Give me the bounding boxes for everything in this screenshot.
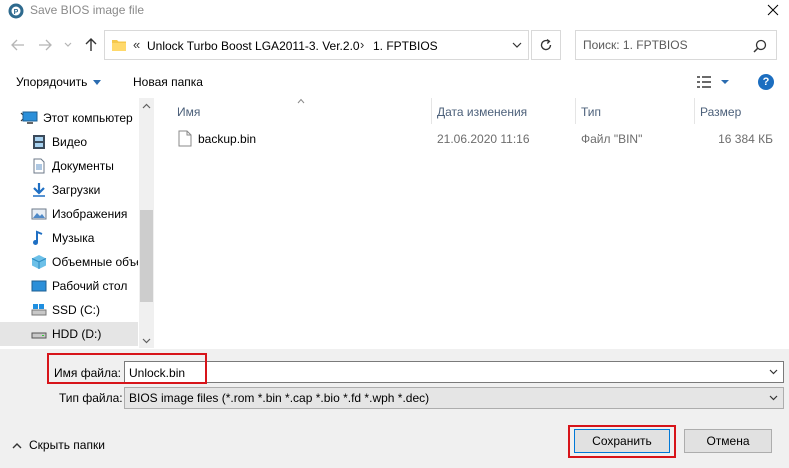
- new-folder-button[interactable]: Новая папка: [133, 75, 203, 89]
- nav-item-label: Документы: [52, 159, 114, 173]
- breadcrumb-item[interactable]: Unlock Turbo Boost LGA2011-3. Ver.2.0: [147, 39, 360, 53]
- address-dropdown-icon[interactable]: [512, 40, 522, 50]
- nav-scrollbar[interactable]: [139, 98, 154, 348]
- breadcrumb-separator[interactable]: ›: [360, 37, 364, 52]
- nav-item-drive-c[interactable]: SSD (C:): [0, 298, 138, 322]
- column-header-name[interactable]: Имя: [177, 105, 200, 119]
- navigation-pane: Этот компьютер Видео Документы Загрузки …: [0, 98, 154, 348]
- breadcrumb-overflow[interactable]: «: [133, 37, 140, 52]
- column-divider[interactable]: [575, 98, 576, 124]
- file-row[interactable]: backup.bin 21.06.2020 11:16 Файл "BIN" 1…: [169, 128, 781, 150]
- highlight-box: [568, 425, 676, 458]
- drive-d-icon: [31, 332, 47, 339]
- search-input[interactable]: [583, 37, 743, 53]
- nav-item-label: Видео: [52, 135, 88, 149]
- nav-item-video[interactable]: Видео: [0, 130, 138, 154]
- computer-icon: [22, 111, 38, 124]
- file-date: 21.06.2020 11:16: [437, 132, 530, 146]
- back-arrow-icon[interactable]: [9, 36, 27, 54]
- column-header-type[interactable]: Тип: [581, 105, 601, 119]
- nav-item-label: Загрузки: [52, 183, 101, 197]
- column-header-date[interactable]: Дата изменения: [437, 105, 527, 119]
- nav-item-label: SSD (C:): [52, 303, 100, 317]
- nav-item-music[interactable]: Музыка: [0, 226, 138, 250]
- file-type: Файл "BIN": [581, 132, 643, 146]
- nav-item-label: Музыка: [52, 231, 95, 245]
- nav-item-label: Изображения: [52, 207, 128, 221]
- nav-item-this-pc[interactable]: Этот компьютер: [0, 106, 138, 130]
- hide-folders-label: Скрыть папки: [29, 438, 105, 452]
- nav-item-pictures[interactable]: Изображения: [0, 202, 138, 226]
- filetype-value: BIOS image files (*.rom *.bin *.cap *.bi…: [129, 391, 430, 405]
- search-icon[interactable]: [753, 39, 767, 53]
- scrollbar-thumb[interactable]: [140, 210, 153, 302]
- svg-text:P: P: [14, 9, 19, 16]
- video-icon: [33, 135, 45, 149]
- organize-button[interactable]: Упорядочить: [16, 75, 102, 89]
- hide-folders-button[interactable]: Скрыть папки: [12, 438, 105, 452]
- file-size: 16 384 КБ: [718, 132, 773, 146]
- downloads-icon: [33, 183, 45, 197]
- filetype-select[interactable]: BIOS image files (*.rom *.bin *.cap *.bi…: [124, 387, 784, 409]
- close-icon[interactable]: [765, 2, 781, 18]
- drive-c-icon: [31, 304, 47, 316]
- nav-item-drive-d[interactable]: HDD (D:): [0, 322, 138, 346]
- filename-field[interactable]: [124, 361, 784, 383]
- column-divider[interactable]: [694, 98, 695, 124]
- chevron-up-icon: [12, 442, 22, 449]
- recent-locations-chevron-icon[interactable]: [62, 36, 74, 54]
- file-name: backup.bin: [198, 132, 257, 146]
- app-icon: P: [8, 3, 24, 19]
- nav-item-label: Объемные объекты: [52, 255, 138, 269]
- nav-item-label: Рабочий стол: [52, 279, 128, 293]
- help-button[interactable]: ?: [758, 74, 774, 90]
- chevron-down-icon[interactable]: [769, 369, 778, 375]
- nav-item-label: HDD (D:): [52, 327, 102, 341]
- refresh-button[interactable]: [531, 30, 561, 60]
- nav-item-desktop[interactable]: Рабочий стол: [0, 274, 138, 298]
- navigation-bar: « Unlock Turbo Boost LGA2011-3. Ver.2.0 …: [0, 28, 789, 64]
- up-arrow-icon[interactable]: [82, 36, 100, 54]
- chevron-down-icon[interactable]: [769, 395, 778, 401]
- nav-item-3d-objects[interactable]: Объемные объекты: [0, 250, 138, 274]
- organize-label: Упорядочить: [16, 75, 88, 89]
- forward-arrow-icon[interactable]: [36, 36, 54, 54]
- 3d-objects-icon: [31, 255, 47, 269]
- music-icon: [33, 230, 43, 245]
- refresh-icon: [540, 38, 552, 51]
- command-toolbar: Упорядочить Новая папка ?: [0, 66, 789, 96]
- nav-item-documents[interactable]: Документы: [0, 154, 138, 178]
- sort-ascending-icon: [297, 98, 305, 104]
- chevron-down-icon: [93, 80, 102, 86]
- cancel-button[interactable]: Отмена: [684, 429, 772, 453]
- breadcrumb-item[interactable]: 1. FPTBIOS: [373, 39, 438, 53]
- window-title: Save BIOS image file: [30, 3, 145, 17]
- search-box[interactable]: [575, 30, 777, 60]
- column-divider[interactable]: [431, 98, 432, 124]
- file-icon: [178, 130, 192, 147]
- scroll-down-icon[interactable]: [142, 336, 151, 345]
- column-header-size[interactable]: Размер: [700, 105, 741, 119]
- nav-item-label: Этот компьютер: [43, 111, 133, 125]
- nav-item-downloads[interactable]: Загрузки: [0, 178, 138, 202]
- pictures-icon: [31, 208, 47, 220]
- address-bar[interactable]: « Unlock Turbo Boost LGA2011-3. Ver.2.0 …: [104, 30, 529, 60]
- save-form: Имя файла: Тип файла: BIOS image files (…: [0, 349, 789, 468]
- documents-icon: [33, 158, 45, 174]
- view-options-icon[interactable]: [696, 74, 736, 90]
- highlight-box: [47, 353, 207, 384]
- scroll-up-icon[interactable]: [142, 102, 151, 111]
- desktop-icon: [31, 280, 47, 292]
- filetype-label: Тип файла:: [59, 391, 123, 405]
- file-list: Имя Дата изменения Тип Размер backup.bin…: [161, 98, 789, 348]
- filename-input[interactable]: [129, 365, 749, 380]
- folder-icon: [112, 40, 126, 51]
- title-bar: P Save BIOS image file: [0, 0, 789, 22]
